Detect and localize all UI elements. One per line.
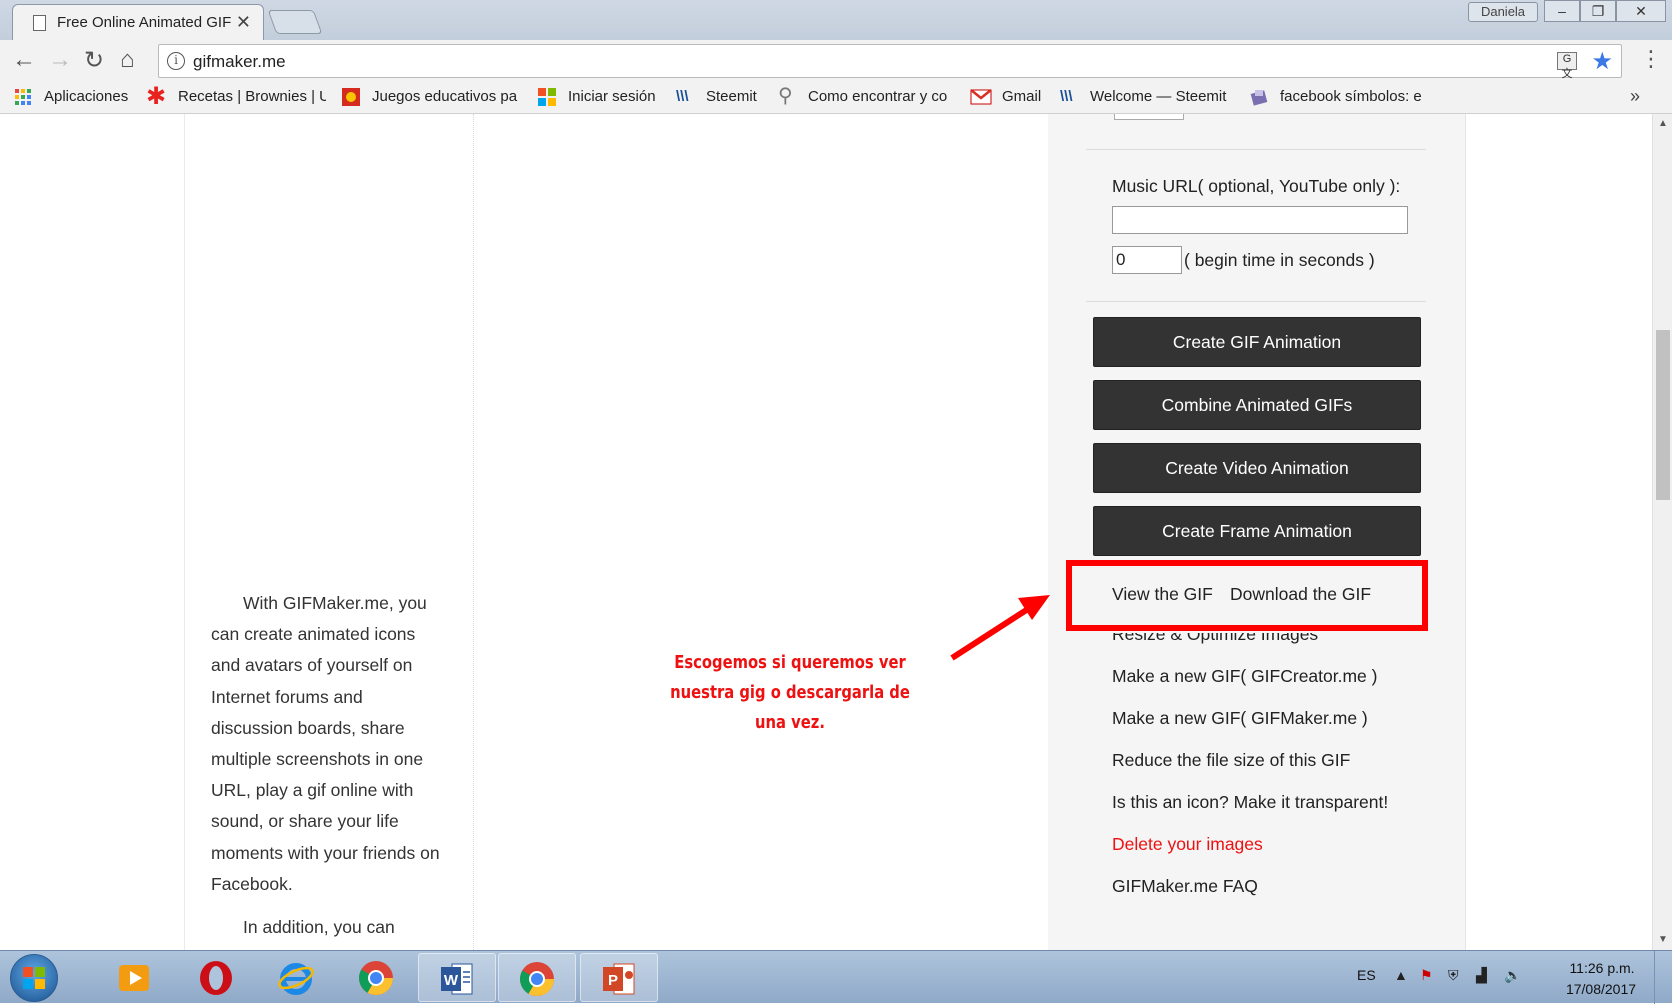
bookmark-star-icon[interactable]: ★ [1591,47,1613,76]
minimize-button[interactable]: – [1544,0,1580,22]
windows-flag-icon [23,967,45,989]
asterisk-icon: ✱ [146,83,167,110]
action-center-icon[interactable]: ⚑ [1420,967,1438,985]
gifmaker-link[interactable]: Make a new GIF( GIFMaker.me ) [1112,708,1368,729]
scroll-up-icon[interactable]: ▲ [1658,118,1668,129]
chrome-icon [359,961,393,995]
intro-text: With GIFMaker.me, you can create animate… [211,588,441,950]
bookmark-como-encontrar[interactable]: Como encontrar y co [808,88,954,108]
annotation-text: Escogemos si queremos ver nuestra gig o … [670,652,910,733]
bookmark-gmail[interactable]: Gmail [1002,88,1052,108]
network-tray-icon[interactable]: ⛨ [1448,967,1466,985]
browser-tab[interactable]: Free Online Animated GIF ✕ [12,4,264,40]
window-titlebar: Free Online Animated GIF ✕ Daniela – ❐ ✕ [0,0,1672,40]
bookmark-aplicaciones[interactable]: Aplicaciones [44,88,134,108]
intro-paragraph: With GIFMaker.me, you can create animate… [211,593,440,894]
gifcreator-link[interactable]: Make a new GIF( GIFCreator.me ) [1112,666,1377,687]
vertical-scrollbar[interactable]: ▲ ▼ [1652,114,1672,950]
show-desktop-button[interactable] [1654,951,1672,1004]
faq-link[interactable]: GIFMaker.me FAQ [1112,876,1258,897]
bookmarks-bar: Aplicaciones ✱ Recetas | Brownies | U Ju… [0,82,1672,114]
create-gif-button[interactable]: Create GIF Animation [1093,317,1421,367]
divider [1086,301,1426,302]
address-bar[interactable]: i gifmaker.me G文 ★ [158,44,1622,80]
taskbar-internet-explorer[interactable] [258,953,336,1002]
taskbar-chrome-active[interactable] [498,953,576,1002]
steemit-icon: \\\ [1060,88,1073,105]
forward-icon[interactable]: → [48,46,72,74]
bookmarks-more-icon[interactable]: » [1630,86,1640,107]
show-hidden-icons-icon[interactable]: ▲ [1394,967,1412,985]
gmail-icon [970,89,992,105]
powerpoint-icon: P [603,963,635,995]
begin-time-label: ( begin time in seconds ) [1184,250,1375,270]
opera-icon [200,961,232,995]
create-frame-button[interactable]: Create Frame Animation [1093,506,1421,556]
taskbar-word[interactable]: W [418,953,496,1002]
reload-icon[interactable]: ↻ [84,46,104,75]
bookmark-facebook-simbolos[interactable]: facebook símbolos: e [1280,88,1428,108]
start-button[interactable] [10,954,58,1002]
make-transparent-link[interactable]: Is this an icon? Make it transparent! [1112,792,1388,813]
menu-icon[interactable]: ⋮ [1640,46,1662,72]
clock-date[interactable]: 17/08/2017 [1556,981,1646,997]
tab-title: Free Online Animated GIF [57,14,232,31]
chrome-icon [520,962,554,996]
info-icon[interactable]: i [167,52,185,70]
facebook-symbol-icon [1250,90,1268,106]
svg-text:P: P [608,972,618,989]
taskbar-media-player[interactable] [96,953,174,1002]
left-column: With GIFMaker.me, you can create animate… [184,114,474,950]
back-icon[interactable]: ← [12,46,36,74]
bookmark-recetas[interactable]: Recetas | Brownies | U [178,88,326,108]
intro-paragraph: In addition, you can [243,917,395,938]
svg-text:W: W [444,972,459,989]
language-indicator[interactable]: ES [1357,967,1376,983]
close-window-button[interactable]: ✕ [1616,0,1666,22]
begin-time-input[interactable]: 0 [1112,246,1182,274]
search-icon: ⚲ [778,85,793,107]
tab-close-icon[interactable]: ✕ [236,12,251,33]
browser-toolbar: ← → ↻ ⌂ i gifmaker.me G文 ★ ⋮ [0,40,1672,82]
media-player-icon [119,965,149,991]
bookmark-steemit[interactable]: Steemit [706,88,776,108]
bookmark-juegos[interactable]: Juegos educativos pa [372,88,520,108]
game-icon [342,88,360,106]
highlight-box [1066,560,1428,631]
partial-input[interactable] [1114,114,1184,120]
url-text[interactable]: gifmaker.me [193,52,286,72]
music-url-input[interactable] [1112,206,1408,234]
word-icon: W [441,963,473,995]
windows-icon [538,88,556,106]
steemit-icon: \\\ [676,88,689,105]
windows-taskbar: W P ES ▲ ⚑ ⛨ ▟ 🔈 11:26 p.m. 17/08/2017 [0,950,1672,1004]
new-tab-button[interactable] [267,10,323,34]
translate-icon[interactable]: G文 [1557,52,1577,80]
page-icon [33,15,46,31]
bookmark-iniciar-sesion[interactable]: Iniciar sesión [568,88,668,108]
restore-button[interactable]: ❐ [1580,0,1616,22]
tools-sidebar: Music URL( optional, YouTube only ): 0 (… [1048,114,1466,950]
volume-icon[interactable]: 🔈 [1504,967,1522,985]
taskbar-powerpoint[interactable]: P [580,953,658,1002]
scrollbar-thumb[interactable] [1656,330,1670,500]
delete-images-link[interactable]: Delete your images [1112,834,1263,855]
signal-strength-icon[interactable]: ▟ [1476,967,1494,985]
reduce-size-link[interactable]: Reduce the file size of this GIF [1112,750,1350,771]
create-video-button[interactable]: Create Video Animation [1093,443,1421,493]
internet-explorer-icon [278,963,314,995]
bookmark-welcome-steemit[interactable]: Welcome — Steemit [1090,88,1240,108]
combine-gifs-button[interactable]: Combine Animated GIFs [1093,380,1421,430]
divider [1086,149,1426,150]
taskbar-opera[interactable] [178,953,256,1002]
page-content: With GIFMaker.me, you can create animate… [0,114,1652,950]
profile-button[interactable]: Daniela [1468,2,1538,22]
taskbar-chrome[interactable] [338,953,416,1002]
home-icon[interactable]: ⌂ [120,46,135,74]
apps-grid-icon [15,89,31,105]
clock-time[interactable]: 11:26 p.m. [1562,960,1642,976]
music-url-label: Music URL( optional, YouTube only ): [1112,176,1401,196]
scroll-down-icon[interactable]: ▼ [1658,934,1668,945]
